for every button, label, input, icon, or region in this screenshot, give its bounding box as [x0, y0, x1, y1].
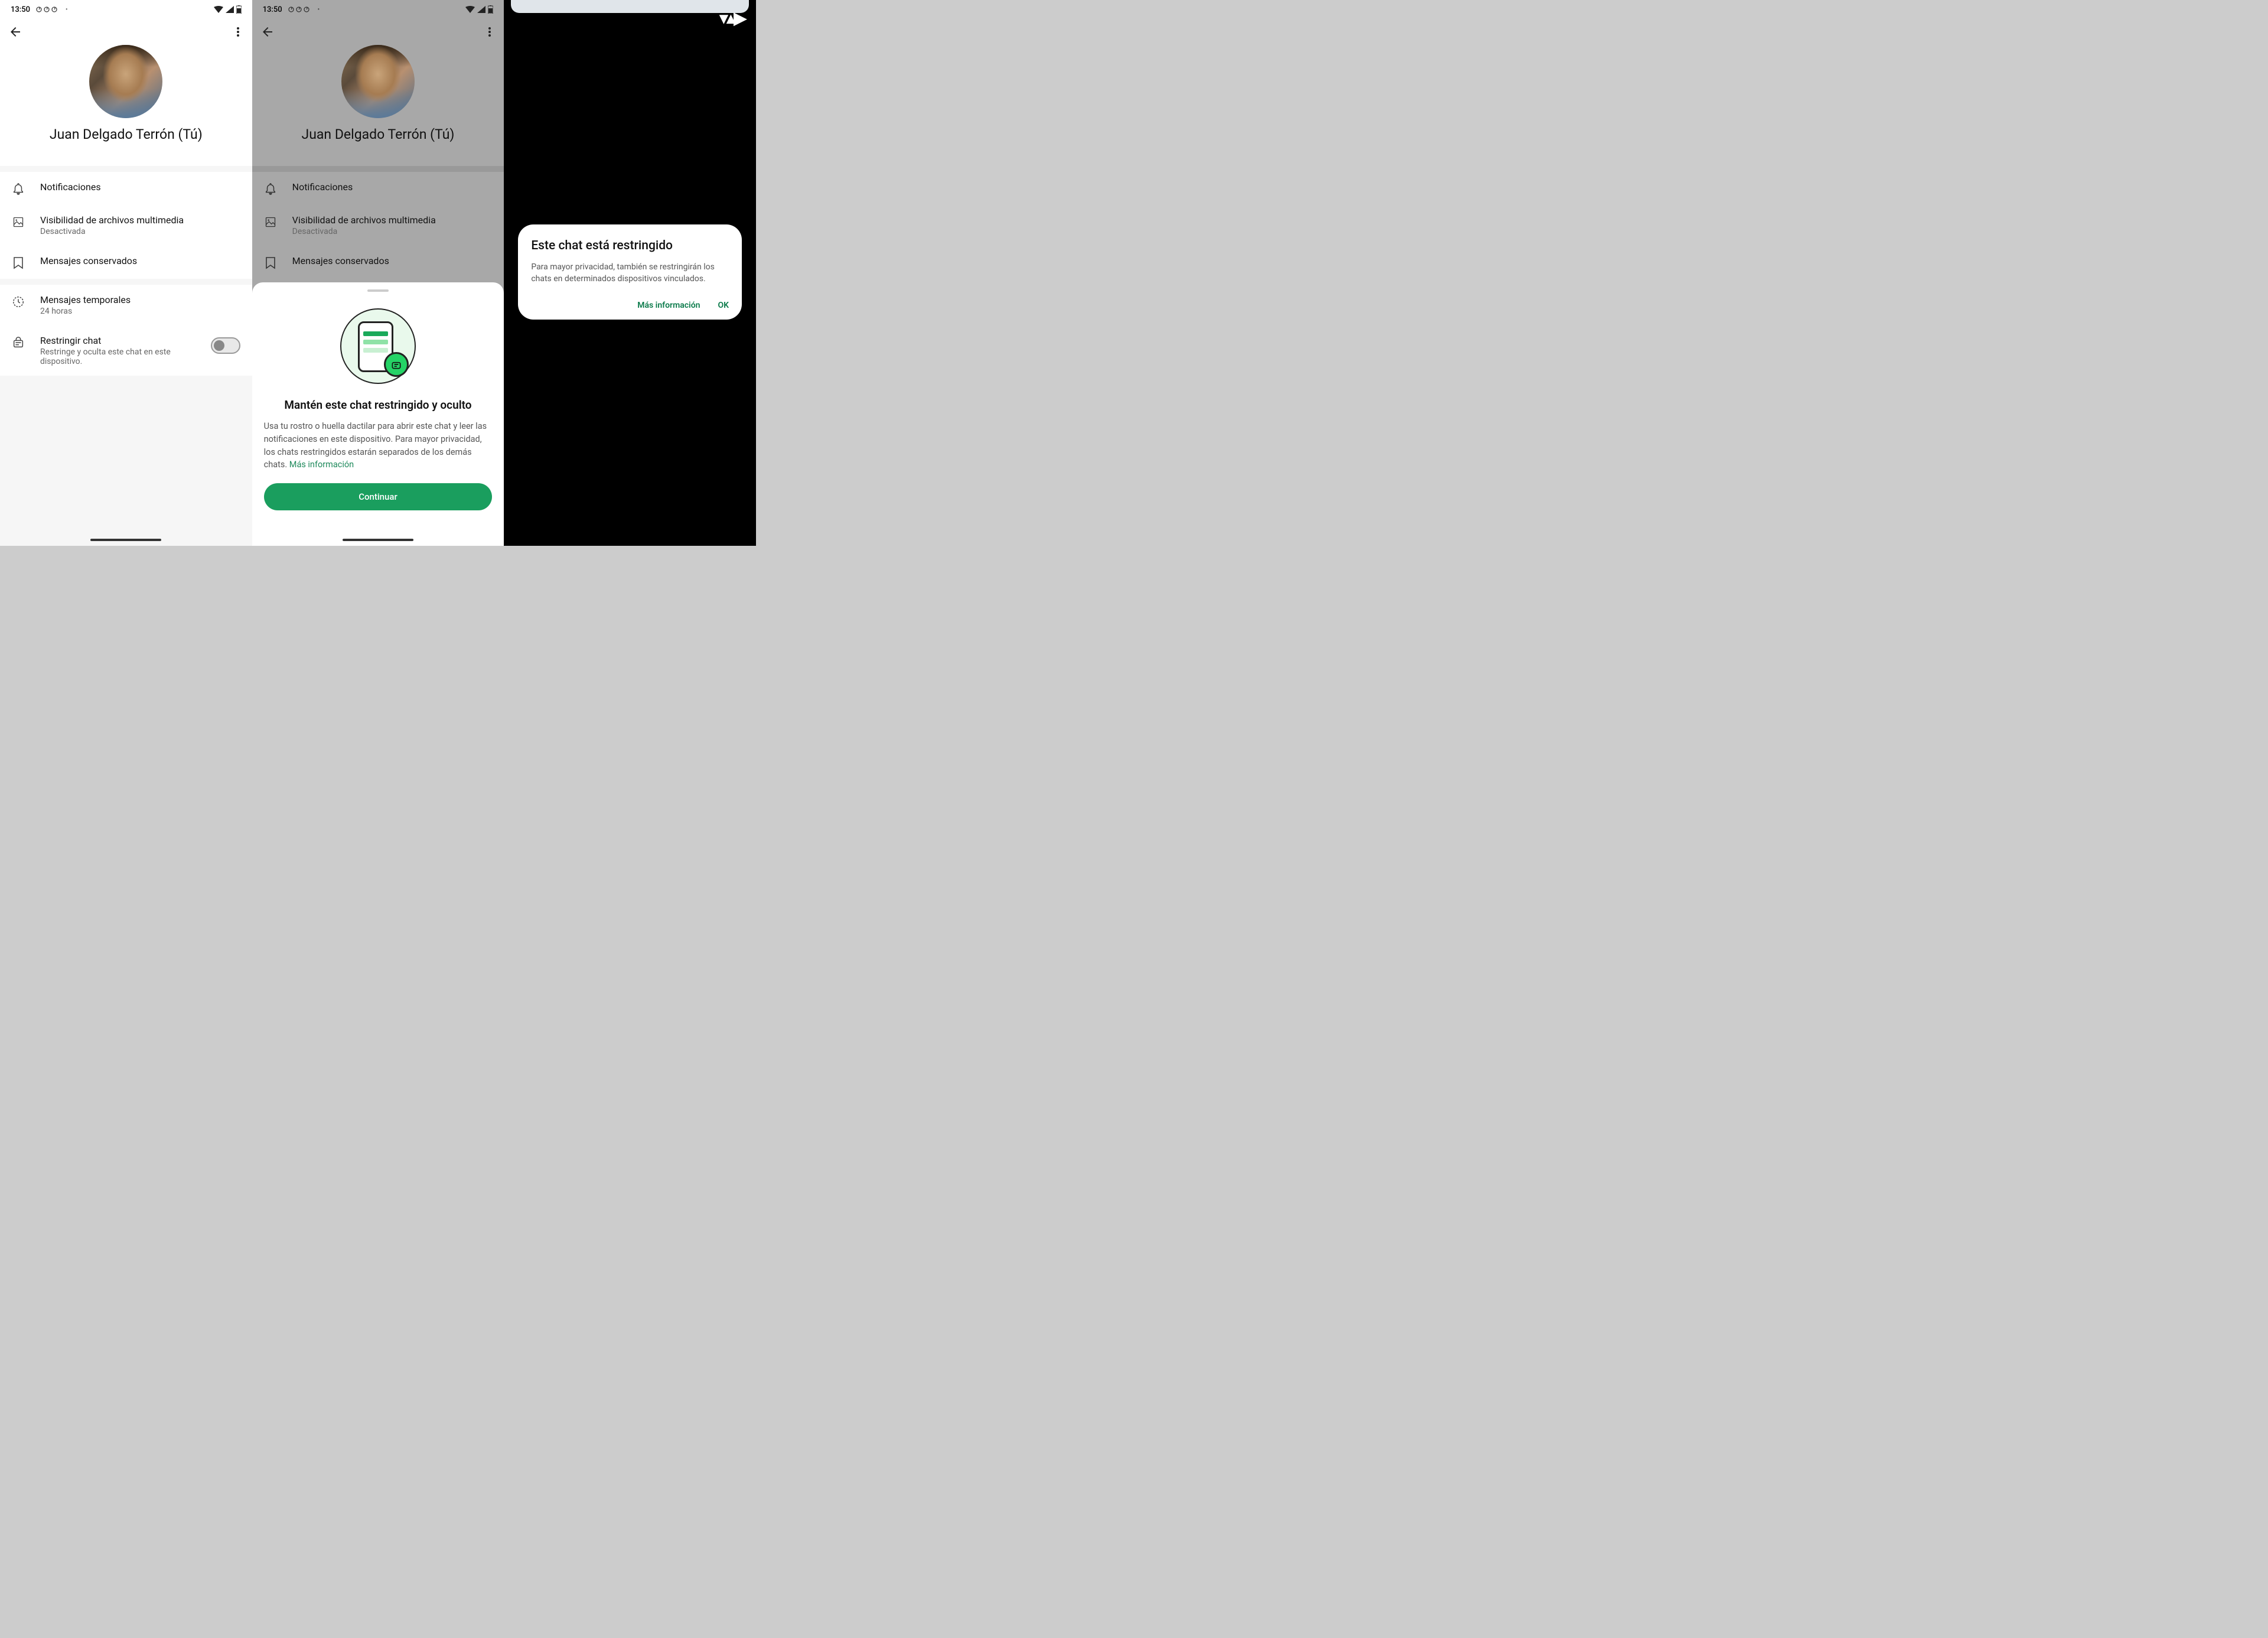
row-subtitle: Desactivada [40, 227, 240, 236]
bookmark-icon [12, 256, 25, 269]
row-restrict-chat[interactable]: Restringir chat Restringe y oculta este … [0, 325, 252, 376]
logo-icon: ▾▴▶ [719, 8, 745, 28]
home-indicator[interactable] [343, 539, 413, 541]
lock-chat-icon [12, 336, 25, 349]
row-title: Mensajes conservados [40, 255, 240, 266]
row-title: Restringir chat [40, 335, 195, 346]
status-bar: 13:50 • [252, 0, 504, 19]
signal-icon [477, 6, 485, 13]
profile-header: Juan Delgado Terrón (Tú) [252, 19, 504, 166]
screen-restrict-sheet: 13:50 • Juan Delgado Terrón (Tú) Notific… [252, 0, 504, 546]
dialog-body: Para mayor privacidad, también se restri… [531, 261, 729, 285]
row-title: Visibilidad de archivos multimedia [292, 214, 493, 226]
screen-restricted-dialog: ▾▴▶ Este chat está restringido Para mayo… [504, 0, 756, 546]
battery-icon [488, 5, 493, 14]
row-media-visibility[interactable]: Visibilidad de archivos multimedia Desac… [0, 205, 252, 246]
status-bar: 13:50 • [0, 0, 252, 19]
bell-icon [12, 183, 25, 196]
dot-icon: • [66, 6, 68, 13]
bookmark-icon [264, 256, 277, 269]
signal-icon [226, 6, 234, 13]
sheet-title: Mantén este chat restringido y oculto [264, 398, 493, 412]
row-media-visibility: Visibilidad de archivos multimedia Desac… [252, 205, 504, 246]
ok-button[interactable]: OK [718, 301, 729, 310]
wifi-icon [465, 6, 475, 13]
row-kept-messages: Mensajes conservados [252, 246, 504, 279]
row-subtitle: 24 horas [40, 307, 240, 316]
row-title: Mensajes temporales [40, 294, 240, 305]
bottom-sheet: Mantén este chat restringido y oculto Us… [252, 282, 504, 546]
profile-name: Juan Delgado Terrón (Tú) [252, 126, 504, 142]
restricted-dialog: Este chat está restringido Para mayor pr… [518, 224, 742, 320]
sheet-body: Usa tu rostro o huella dactilar para abr… [264, 420, 493, 471]
timer-icon [12, 295, 25, 308]
profile-header: Juan Delgado Terrón (Tú) [0, 19, 252, 166]
profile-name: Juan Delgado Terrón (Tú) [0, 126, 252, 142]
image-icon [12, 216, 25, 229]
screen-contact-info: 13:50 • Juan Delgado Terrón (Tú) Notific… [0, 0, 252, 546]
dialog-title: Este chat está restringido [531, 239, 729, 253]
row-notifications[interactable]: Notificaciones [0, 172, 252, 205]
status-time: 13:50 [11, 5, 30, 14]
dot-icon: • [318, 6, 320, 13]
restrict-toggle[interactable] [211, 337, 240, 354]
more-menu-button[interactable] [232, 26, 244, 38]
more-info-button[interactable]: Más información [637, 301, 700, 310]
avatar[interactable] [89, 45, 162, 118]
row-kept-messages[interactable]: Mensajes conservados [0, 246, 252, 279]
threads-icon [288, 5, 312, 14]
lock-chat-badge-icon [384, 352, 409, 377]
back-button[interactable] [260, 25, 275, 39]
more-info-link[interactable]: Más información [289, 460, 354, 470]
battery-icon [236, 5, 242, 14]
top-sheet-peek [511, 0, 749, 13]
row-disappearing-messages[interactable]: Mensajes temporales 24 horas [0, 285, 252, 325]
threads-icon [36, 5, 60, 14]
row-title: Mensajes conservados [292, 255, 493, 266]
back-button[interactable] [8, 25, 22, 39]
sheet-illustration [340, 308, 416, 384]
more-menu-button[interactable] [484, 26, 496, 38]
row-title: Notificaciones [40, 181, 240, 193]
status-time: 13:50 [263, 5, 282, 14]
bell-icon [264, 183, 277, 196]
row-title: Notificaciones [292, 181, 493, 193]
row-title: Visibilidad de archivos multimedia [40, 214, 240, 226]
row-notifications: Notificaciones [252, 172, 504, 205]
wifi-icon [214, 6, 223, 13]
row-subtitle: Restringe y oculta este chat en este dis… [40, 347, 195, 366]
row-subtitle: Desactivada [292, 227, 493, 236]
home-indicator[interactable] [90, 539, 161, 541]
continue-button[interactable]: Continuar [264, 483, 493, 510]
sheet-grabber[interactable] [367, 289, 389, 292]
image-icon [264, 216, 277, 229]
avatar [341, 45, 415, 118]
